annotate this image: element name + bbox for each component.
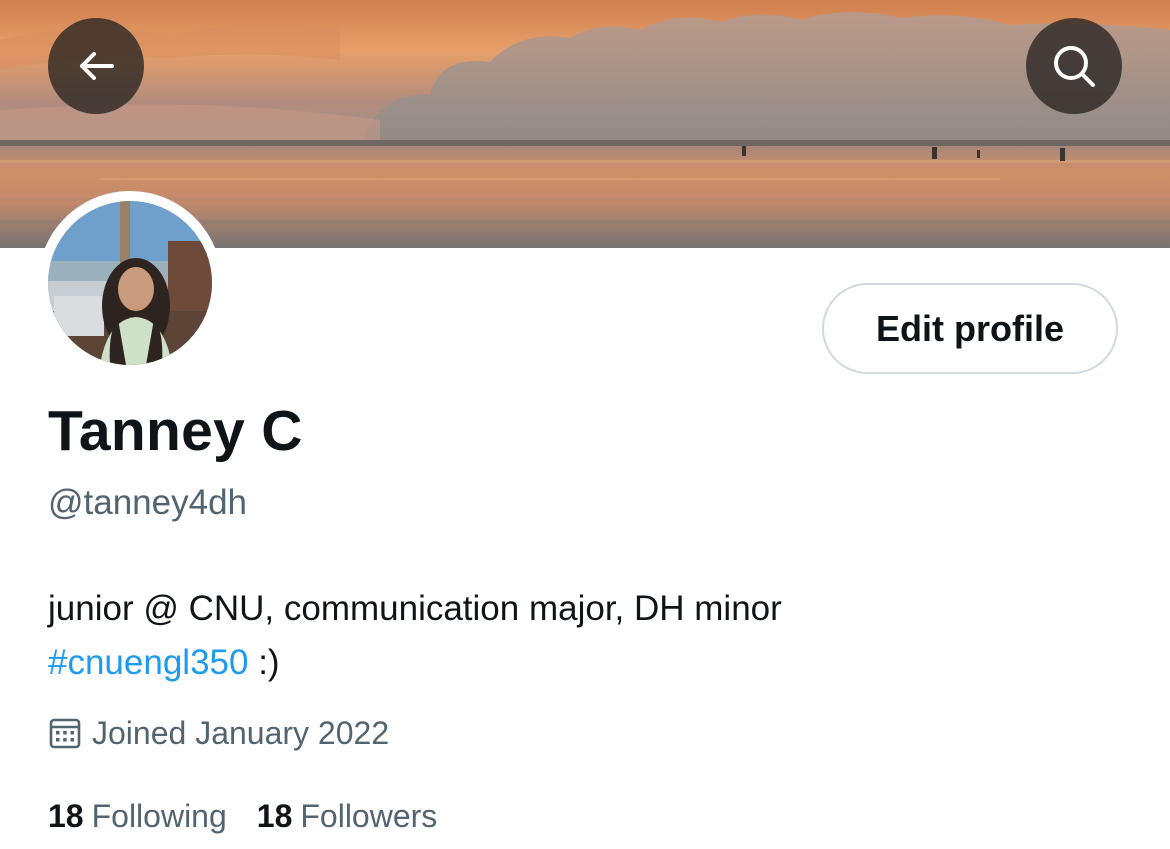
username-handle: @tanney4dh [48,483,248,522]
followers-count: 18 [256,798,293,834]
display-name: Tanney C [48,399,303,463]
following-count: 18 [48,798,84,834]
avatar-photo [48,201,212,365]
followers-link[interactable]: 18 Followers [257,798,438,835]
followers-label: Followers [300,798,438,834]
hashtag-link[interactable]: #cnuengl350 [48,643,248,682]
joined-text: Joined January 2022 [92,714,390,751]
avatar[interactable] [48,201,212,365]
following-label: Following [91,798,227,834]
follow-counts: 18 Following 18 Followers [48,798,467,835]
bio-line-2: #cnuengl350 :) [48,636,782,690]
edit-profile-button[interactable]: Edit profile [822,283,1118,374]
back-button[interactable] [48,18,144,114]
calendar-icon [48,716,82,750]
bio-line-2-suffix: :) [248,643,280,682]
bio-line-1: junior @ CNU, communication major, DH mi… [48,589,782,628]
arrow-left-icon [76,46,116,86]
search-icon [1051,43,1097,89]
following-link[interactable]: 18 Following [48,798,227,835]
profile-bio: junior @ CNU, communication major, DH mi… [48,582,782,690]
search-button[interactable] [1026,18,1122,114]
profile-page: Edit profile Tanney C @tanney4dh junior … [0,0,1170,849]
joined-date: Joined January 2022 [48,712,389,754]
